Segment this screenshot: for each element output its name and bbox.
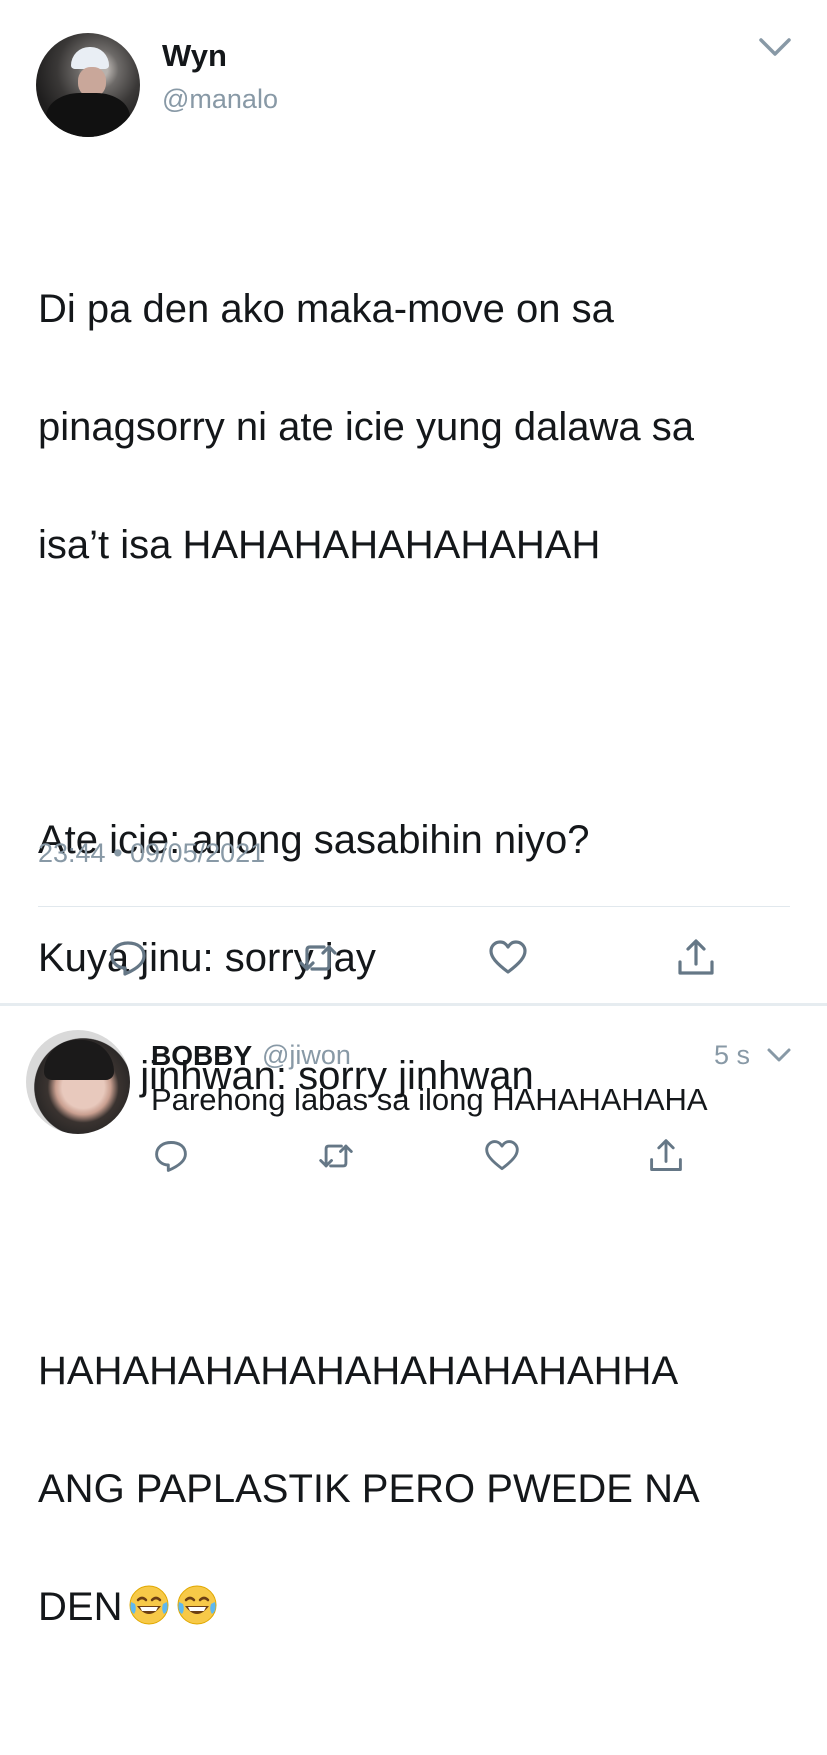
tweet-line: pinagsorry ni ate icie yung dalawa sa	[38, 405, 694, 449]
main-tweet: Wyn @manalo Di pa den ako maka-move on s…	[0, 0, 827, 1629]
reply-time: 5 s	[714, 1040, 751, 1070]
avatar[interactable]	[26, 1030, 130, 1134]
tweet-line: HAHAHAHAHAHAHAHAHAHAHHA	[38, 1349, 679, 1393]
retweet-icon[interactable]	[318, 1138, 354, 1174]
retweet-icon[interactable]	[298, 938, 338, 978]
tweet-line: DEN	[38, 1585, 123, 1629]
display-name[interactable]: Wyn	[162, 38, 227, 74]
tweet-line: ANG PAPLASTIK PERO PWEDE NA	[38, 1467, 700, 1511]
display-name[interactable]: BOBBY	[151, 1040, 252, 1072]
tweet-timestamp[interactable]: 23:44 • 09/05/2021	[38, 838, 265, 869]
avatar[interactable]	[36, 33, 140, 137]
laughing-emoji-icon	[176, 1584, 218, 1626]
tweet-paragraph: HAHAHAHAHAHAHAHAHAHAHHA ANG PAPLASTIK PE…	[38, 1283, 798, 1696]
user-handle[interactable]: @manalo	[162, 84, 278, 115]
laughing-emoji-icon	[128, 1584, 170, 1626]
tweet-line: Di pa den ako maka-move on sa	[38, 287, 614, 331]
reply-icon[interactable]	[108, 938, 148, 978]
reply-text: Parehong labas sa ilong HAHAHAHAHA	[151, 1082, 708, 1117]
like-icon[interactable]	[488, 938, 528, 978]
like-icon[interactable]	[484, 1138, 520, 1174]
chevron-down-icon[interactable]	[766, 1046, 792, 1064]
reply-tweet[interactable]: BOBBY @jiwon 5 s Parehong labas sa ilong…	[0, 1006, 827, 1200]
user-handle[interactable]: @jiwon	[262, 1040, 351, 1071]
chevron-down-icon[interactable]	[758, 36, 792, 58]
reply-icon[interactable]	[153, 1138, 189, 1174]
tweet-line: isa’t isa HAHAHAHAHAHAHAH	[38, 523, 601, 567]
tweet-line-with-emoji: DEN	[38, 1578, 798, 1637]
share-icon[interactable]	[648, 1138, 684, 1174]
divider	[38, 906, 790, 907]
tweet-paragraph: Di pa den ako maka-move on sa pinagsorry…	[38, 221, 798, 634]
share-icon[interactable]	[676, 938, 716, 978]
